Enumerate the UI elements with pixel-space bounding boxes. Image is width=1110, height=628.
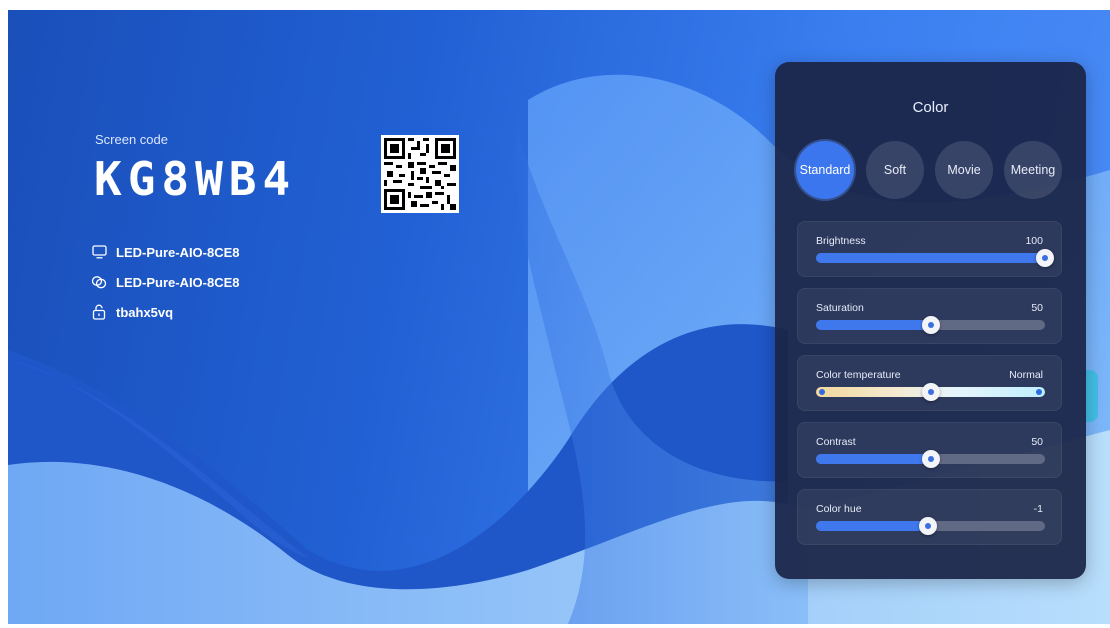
device-name-row: LED-Pure-AIO-8CE8 [91, 242, 240, 262]
contrast-slider[interactable] [816, 450, 1045, 468]
link-icon [91, 274, 107, 290]
saturation-label: Saturation [816, 302, 864, 314]
color-temperature-thumb[interactable] [921, 383, 940, 401]
color-hue-fill [816, 521, 929, 531]
mode-standard-button[interactable]: Standard [796, 141, 854, 199]
contrast-slider-card: Contrast 50 [797, 422, 1062, 478]
contrast-value: 50 [1031, 436, 1043, 448]
color-hue-label: Color hue [816, 503, 862, 515]
network-name-row: LED-Pure-AIO-8CE8 [91, 272, 240, 292]
screen-code: KG8WB4 [94, 152, 297, 206]
contrast-fill [816, 454, 931, 464]
side-glow [1084, 370, 1098, 422]
color-hue-slider-card: Color hue -1 [797, 489, 1062, 545]
mode-meeting-button[interactable]: Meeting [1004, 141, 1062, 199]
contrast-thumb[interactable] [921, 450, 940, 468]
saturation-slider[interactable] [816, 316, 1045, 334]
qr-code [381, 135, 459, 213]
color-settings-panel: Color Standard Soft Movie Meeting Bright… [775, 62, 1086, 579]
tv-screen: Screen code KG8WB4 LED-Pure-AIO-8CE8 LED… [8, 10, 1110, 624]
color-hue-slider[interactable] [816, 517, 1045, 535]
password-row: tbahx5vq [91, 302, 173, 322]
qr-code-pattern [384, 138, 456, 210]
lock-icon [91, 304, 107, 320]
saturation-slider-card: Saturation 50 [797, 288, 1062, 344]
brightness-thumb[interactable] [1036, 249, 1054, 267]
saturation-value: 50 [1031, 302, 1043, 314]
saturation-thumb[interactable] [921, 316, 940, 334]
saturation-fill [816, 320, 931, 330]
device-name: LED-Pure-AIO-8CE8 [116, 244, 240, 260]
monitor-icon [91, 244, 107, 260]
brightness-slider[interactable] [816, 249, 1054, 267]
color-temperature-slider[interactable] [816, 383, 1045, 401]
cool-end-dot [1036, 389, 1042, 395]
screen-code-label: Screen code [95, 132, 168, 147]
brightness-label: Brightness [816, 235, 866, 247]
color-temperature-value: Normal [1009, 369, 1043, 381]
mode-movie-button[interactable]: Movie [935, 141, 993, 199]
panel-title: Color [912, 99, 949, 116]
password: tbahx5vq [116, 304, 174, 320]
network-name: LED-Pure-AIO-8CE8 [116, 274, 240, 290]
brightness-value: 100 [1025, 235, 1043, 247]
brightness-fill [816, 253, 1045, 263]
contrast-label: Contrast [816, 436, 856, 448]
color-temperature-slider-card: Color temperature Normal [797, 355, 1062, 411]
mode-soft-button[interactable]: Soft [866, 141, 924, 199]
warm-end-dot [819, 389, 825, 395]
brightness-slider-card: Brightness 100 [797, 221, 1062, 277]
color-hue-value: -1 [1033, 503, 1043, 515]
color-hue-thumb[interactable] [919, 517, 938, 535]
color-temperature-label: Color temperature [816, 369, 901, 381]
